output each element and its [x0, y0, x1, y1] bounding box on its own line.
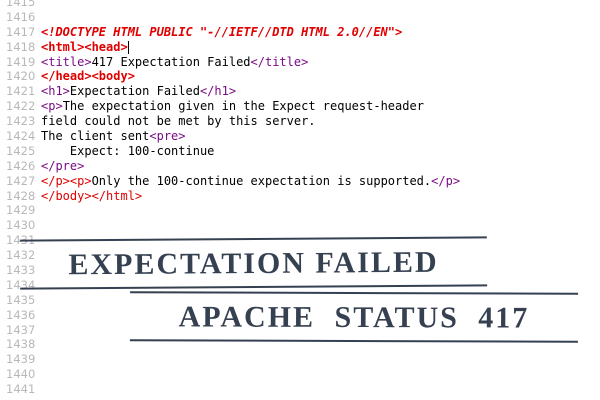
code-line: 1426 </pre>	[0, 159, 600, 174]
code-line: 1416	[0, 10, 600, 25]
p-close-tag: </p>	[431, 173, 461, 188]
line-number: 1417	[6, 24, 36, 39]
p-text: field could not be met by this server.	[41, 114, 316, 129]
line-number: 1419	[6, 54, 36, 69]
code-line: 1421 <h1>Expectation Failed</h1>	[0, 84, 600, 99]
line-number: 1429	[6, 203, 36, 218]
line-number: 1421	[6, 84, 36, 99]
code-line: 1422 <p>The expectation given in the Expe…	[0, 99, 600, 114]
line-number: 1426	[6, 158, 36, 173]
head-body-tag: </head><body>	[41, 69, 135, 84]
line-number: 1441	[6, 382, 36, 397]
line-number: 1440	[6, 367, 36, 382]
pre-open-tag: <pre>	[149, 129, 186, 144]
title-close-tag: </title>	[250, 54, 309, 69]
line-number: 1438	[6, 337, 36, 352]
line-number: 1422	[6, 99, 36, 114]
line-number: 1439	[6, 352, 36, 367]
title-open-tag: <title>	[41, 54, 92, 69]
line-number: 1420	[6, 69, 36, 84]
html-head-tag: <html><head>	[41, 39, 128, 54]
code-line: 1430	[0, 218, 600, 233]
line-number: 1437	[6, 322, 36, 337]
line-number: 1428	[6, 188, 36, 203]
body-close-tag: </body></html>	[41, 188, 143, 203]
line-number: 1430	[6, 218, 36, 233]
h1-text: Expectation Failed	[69, 84, 200, 99]
line-number: 1415	[6, 0, 36, 9]
line-number: 1435	[6, 292, 36, 307]
title-text: 417 Expectation Failed	[91, 54, 251, 69]
code-line: 1415	[0, 0, 600, 10]
line-number: 1425	[6, 143, 36, 158]
code-line: 1424 The client sent<pre>	[0, 129, 600, 144]
code-line: 1423 field could not be met by this serve…	[0, 114, 600, 129]
line-number: 1427	[6, 173, 36, 188]
code-line: 1420 </head><body>	[0, 69, 600, 84]
pre-close-tag: </pre>	[41, 158, 85, 173]
h1-close-tag: </h1>	[199, 84, 237, 99]
stamp-expectation-failed: EXPECTATION FAILED	[19, 236, 488, 290]
stamp-apache-status: APACHE STATUS 417	[129, 291, 579, 343]
line-number: 1416	[6, 9, 36, 24]
p-text: The client sent	[41, 129, 150, 144]
code-line: 1440	[0, 367, 600, 382]
p2-text: Only the 100-continue expectation is sup…	[91, 173, 432, 188]
code-line: 1417 <!DOCTYPE HTML PUBLIC "-//IETF//DTD …	[0, 25, 600, 40]
code-line: 1441	[0, 382, 600, 397]
p-close-open-tag: </p><p>	[41, 173, 92, 188]
code-line: 1429	[0, 203, 600, 218]
line-number: 1436	[6, 307, 36, 322]
code-line: 1439	[0, 352, 600, 367]
line-number: 1418	[6, 39, 36, 54]
doctype: <!DOCTYPE HTML PUBLIC "-//IETF//DTD HTML…	[41, 24, 403, 39]
code-line: 1419 <title>417 Expectation Failed</title…	[0, 55, 600, 70]
h1-open-tag: <h1>	[41, 84, 70, 99]
line-number: 1424	[6, 129, 36, 144]
code-line: 1428 </body></html>	[0, 189, 600, 204]
pre-text: Expect: 100-continue	[41, 143, 215, 158]
p-text: The expectation given in the Expect requ…	[62, 99, 424, 114]
code-line: 1425 Expect: 100-continue	[0, 144, 600, 159]
code-line: 1418 <html><head>	[0, 40, 600, 55]
code-line: 1427 </p><p>Only the 100-continue expecta…	[0, 174, 600, 189]
p-open-tag: <p>	[41, 99, 63, 114]
text-cursor	[127, 40, 129, 54]
line-number: 1423	[6, 114, 36, 129]
